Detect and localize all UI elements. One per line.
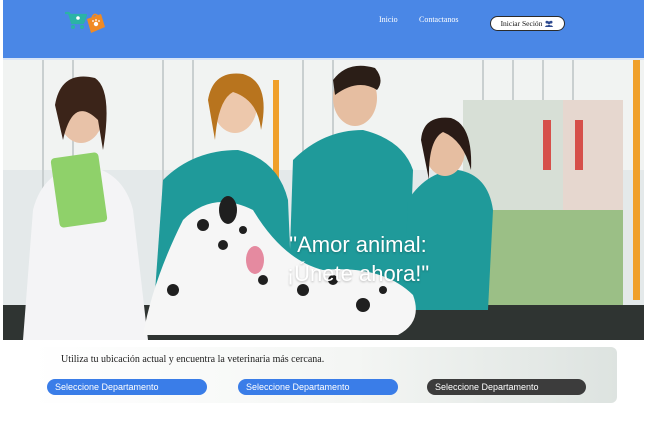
hero-headline-line-2: ¡Únete ahora!" bbox=[286, 261, 430, 286]
hero-headline: "Amor animal: ¡Únete ahora!" bbox=[273, 230, 443, 288]
login-button[interactable]: Iniciar Seción bbox=[490, 16, 565, 31]
login-button-label: Iniciar Seción bbox=[500, 19, 543, 28]
nav-link-inicio[interactable]: Inicio bbox=[379, 15, 398, 24]
pet-shop-logo-icon[interactable] bbox=[61, 5, 109, 35]
hero-banner: "Amor animal: ¡Únete ahora!" bbox=[3, 60, 644, 340]
users-icon bbox=[545, 20, 554, 27]
nearest-vet-search-panel: Utiliza tu ubicación actual y encuentra … bbox=[31, 347, 617, 403]
department-select-3[interactable]: Seleccione Departamento bbox=[427, 379, 586, 395]
department-select-2[interactable]: Seleccione Departamento bbox=[238, 379, 398, 395]
hero-veterinarians-photo bbox=[3, 60, 644, 340]
hero-headline-line-1: "Amor animal: bbox=[289, 232, 427, 257]
department-select-1[interactable]: Seleccione Departamento bbox=[47, 379, 207, 395]
nav-link-contactanos[interactable]: Contactanos bbox=[419, 15, 459, 24]
search-caption: Utiliza tu ubicación actual y encuentra … bbox=[61, 354, 325, 365]
top-navbar: Inicio Contactanos Iniciar Seción bbox=[3, 0, 644, 60]
